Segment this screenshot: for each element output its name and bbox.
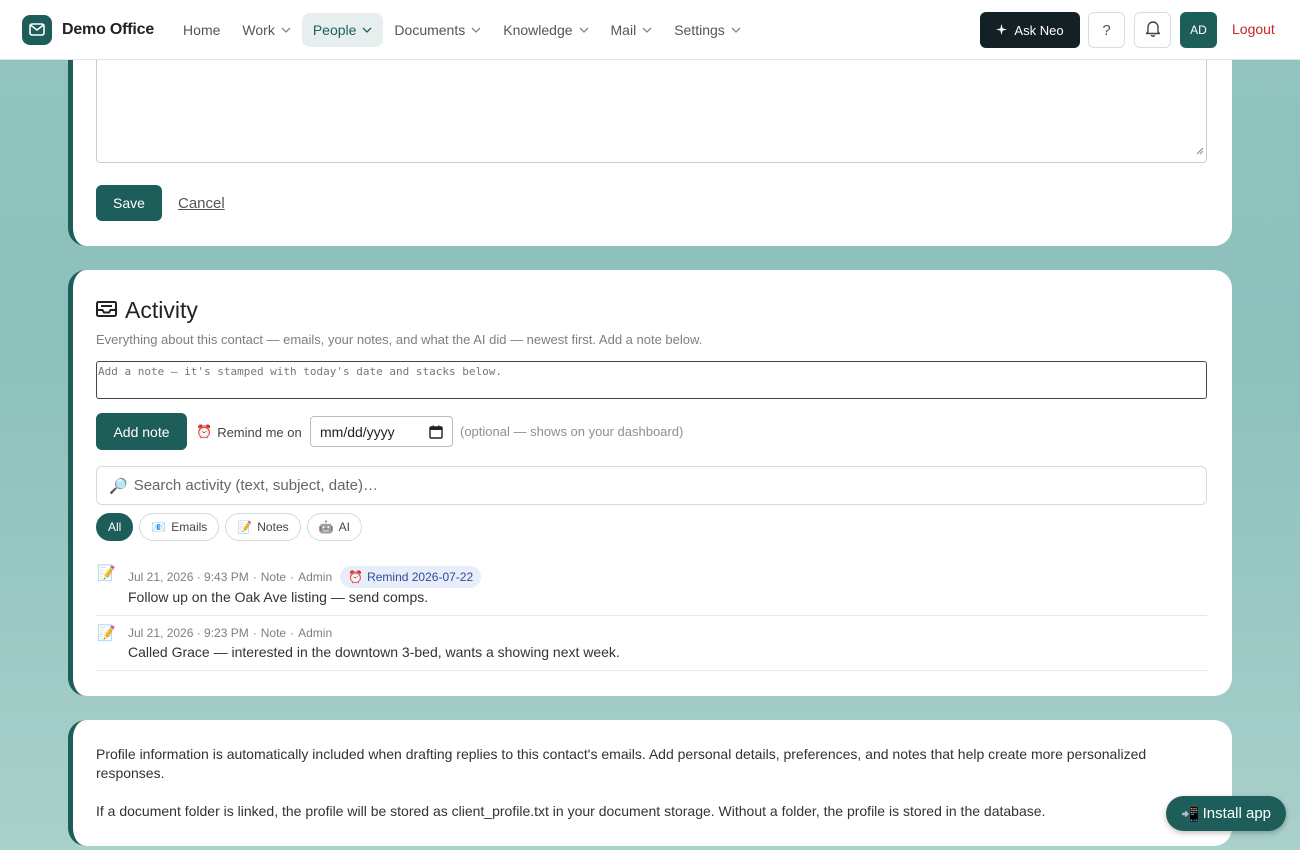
meta-separator: · bbox=[252, 570, 257, 584]
entry-text: Follow up on the Oak Ave listing — send … bbox=[128, 589, 429, 605]
remind-text: Remind me on bbox=[217, 424, 302, 440]
info-paragraph: If a document folder is linked, the prof… bbox=[96, 803, 1046, 819]
activity-subtitle: Everything about this contact — emails, … bbox=[96, 332, 703, 347]
alarm-clock-icon: ⏰ bbox=[348, 570, 364, 584]
filter-label: Emails bbox=[171, 520, 208, 534]
activity-entry[interactable]: 📝 Jul 21, 2026 · 9:43 PM · Note · Admin … bbox=[96, 562, 1207, 616]
mail-logo-icon bbox=[22, 14, 52, 45]
optional-hint: (optional — shows on your dashboard) bbox=[460, 424, 684, 439]
inbox-tray-icon bbox=[96, 297, 117, 324]
notifications-button[interactable] bbox=[1134, 12, 1171, 48]
activity-filters: All 📧 Emails 📝 Notes 🤖 AI bbox=[96, 513, 362, 541]
nav-work[interactable]: Work bbox=[231, 13, 301, 47]
activity-title: Activity bbox=[125, 297, 198, 323]
search-placeholder: Search activity (text, subject, date)… bbox=[133, 477, 378, 494]
nav-label: Settings bbox=[674, 21, 725, 38]
robot-icon: 🤖 bbox=[318, 520, 334, 534]
nav-label: People bbox=[312, 21, 357, 38]
info-paragraph: Profile information is automatically inc… bbox=[96, 746, 1147, 781]
entry-meta: Jul 21, 2026 · 9:43 PM · Note · Admin ⏰ R… bbox=[128, 566, 482, 588]
filter-emails[interactable]: 📧 Emails bbox=[139, 513, 220, 541]
filter-label: All bbox=[108, 520, 122, 534]
sparkle-icon bbox=[996, 23, 1008, 38]
brand-name: Demo Office bbox=[62, 20, 155, 38]
filter-label: Notes bbox=[257, 520, 289, 534]
filter-label: AI bbox=[338, 520, 350, 534]
help-icon: ? bbox=[1102, 21, 1111, 39]
nav-mail[interactable]: Mail bbox=[600, 13, 664, 47]
activity-card: Activity Everything about this contact —… bbox=[68, 270, 1232, 696]
nav-label: Documents bbox=[394, 21, 466, 38]
remind-badge-text: Remind 2026-07-22 bbox=[367, 570, 474, 584]
remind-date-input[interactable]: mm/dd/yyyy bbox=[310, 416, 453, 447]
memo-icon: 📝 bbox=[97, 565, 116, 582]
nav-home[interactable]: Home bbox=[172, 13, 231, 47]
entry-date: Jul 21, 2026 · 9:23 PM bbox=[128, 626, 249, 640]
entry-type: Note bbox=[260, 570, 287, 584]
install-app-button[interactable]: 📲 Install app bbox=[1166, 796, 1286, 831]
mobile-install-icon: 📲 bbox=[1180, 805, 1200, 823]
nav-documents[interactable]: Documents bbox=[383, 13, 492, 47]
calendar-icon[interactable] bbox=[429, 425, 443, 442]
meta-separator: · bbox=[290, 570, 295, 584]
top-navbar: Demo Office Home Work People Documents K… bbox=[0, 0, 1300, 60]
add-note-textarea[interactable]: Add a note — it's stamped with today's d… bbox=[96, 361, 1207, 399]
date-placeholder: mm/dd/yyyy bbox=[320, 423, 395, 440]
install-label: Install app bbox=[1202, 805, 1272, 822]
nav-label: Mail bbox=[610, 21, 637, 38]
save-button[interactable]: Save bbox=[96, 185, 162, 221]
nav-knowledge[interactable]: Knowledge bbox=[492, 13, 599, 47]
filter-all[interactable]: All bbox=[96, 513, 134, 541]
profile-edit-card: Save Cancel bbox=[68, 36, 1232, 246]
entry-date: Jul 21, 2026 · 9:43 PM bbox=[128, 570, 249, 584]
alarm-clock-icon: ⏰ bbox=[196, 424, 213, 439]
entry-author: Admin bbox=[298, 626, 333, 640]
magnifier-icon: 🔎 bbox=[109, 477, 128, 495]
meta-separator: · bbox=[252, 626, 257, 640]
profile-info-card: Profile information is automatically inc… bbox=[68, 720, 1232, 846]
activity-entry[interactable]: 📝 Jul 21, 2026 · 9:23 PM · Note · Admin … bbox=[96, 616, 1207, 671]
memo-icon: 📝 bbox=[237, 520, 253, 534]
nav-label: Knowledge bbox=[503, 21, 573, 38]
nav-label: Work bbox=[242, 21, 275, 38]
ask-neo-label: Ask Neo bbox=[1014, 22, 1064, 38]
chevron-down-icon bbox=[281, 27, 291, 33]
nav-label: Home bbox=[183, 21, 221, 38]
cancel-link[interactable]: Cancel bbox=[178, 195, 225, 212]
resize-grip-icon[interactable] bbox=[1196, 142, 1204, 160]
entry-author: Admin bbox=[298, 570, 333, 584]
bell-icon bbox=[1145, 20, 1161, 41]
entry-text: Called Grace — interested in the downtow… bbox=[128, 644, 620, 660]
nav-people[interactable]: People bbox=[301, 12, 384, 47]
filter-ai[interactable]: 🤖 AI bbox=[306, 513, 362, 541]
memo-icon: 📝 bbox=[97, 625, 116, 642]
nav-settings[interactable]: Settings bbox=[663, 13, 752, 47]
chevron-down-icon bbox=[579, 27, 589, 33]
activity-heading: Activity bbox=[96, 297, 198, 324]
main-nav: Home Work People Documents Knowledge Mai… bbox=[172, 12, 752, 47]
brand[interactable]: Demo Office bbox=[22, 14, 155, 45]
entry-meta: Jul 21, 2026 · 9:23 PM · Note · Admin bbox=[128, 626, 332, 640]
meta-separator: · bbox=[290, 626, 295, 640]
help-button[interactable]: ? bbox=[1088, 12, 1125, 48]
chevron-down-icon bbox=[642, 27, 652, 33]
activity-search-input[interactable]: 🔎 Search activity (text, subject, date)… bbox=[96, 466, 1207, 505]
remind-label: ⏰ Remind me on bbox=[196, 424, 302, 440]
remind-badge: ⏰ Remind 2026-07-22 bbox=[340, 566, 482, 588]
ask-neo-button[interactable]: Ask Neo bbox=[980, 12, 1080, 48]
filter-notes[interactable]: 📝 Notes bbox=[225, 513, 301, 541]
avatar[interactable]: AD bbox=[1180, 12, 1217, 48]
chevron-down-icon bbox=[362, 27, 372, 33]
entry-type: Note bbox=[260, 626, 287, 640]
logout-link[interactable]: Logout bbox=[1232, 21, 1275, 37]
chevron-down-icon bbox=[731, 27, 741, 33]
email-icon: 📧 bbox=[151, 520, 167, 534]
chevron-down-icon bbox=[471, 27, 481, 33]
add-note-button[interactable]: Add note bbox=[96, 413, 187, 450]
